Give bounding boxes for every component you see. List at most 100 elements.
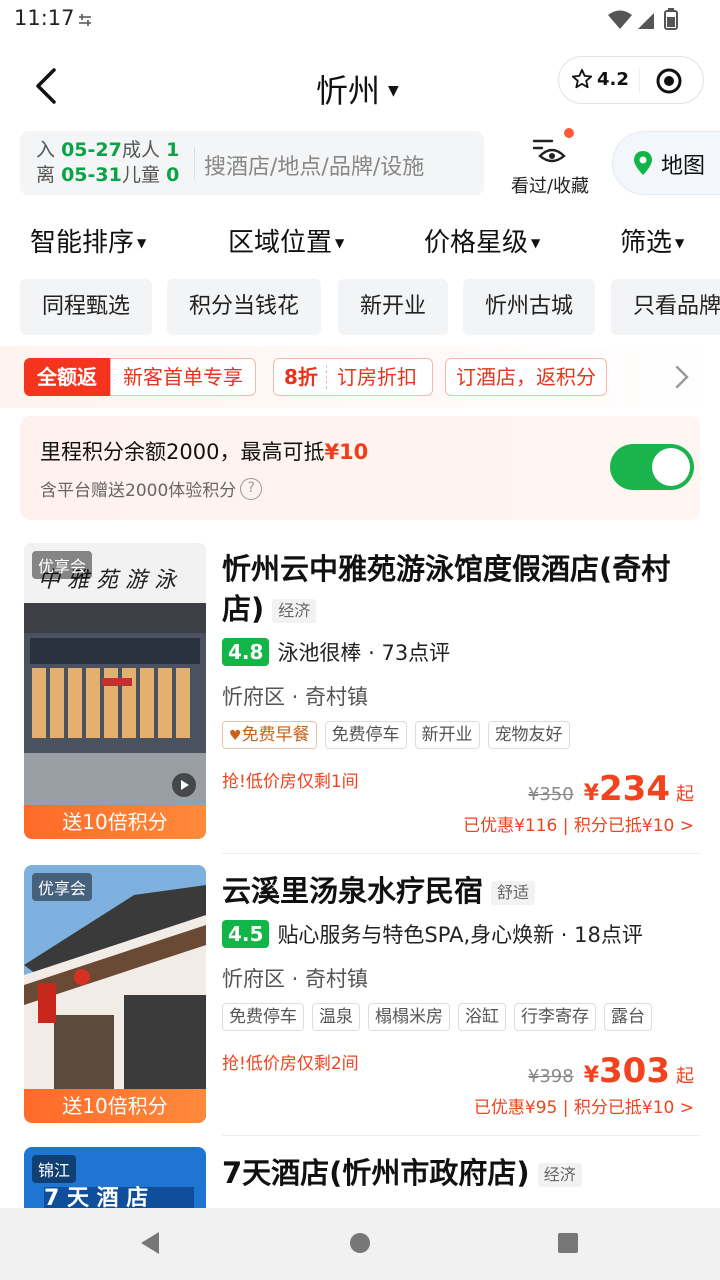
wifi-icon (608, 10, 632, 29)
hotel-grade: 经济 (272, 599, 317, 623)
sort-smart[interactable]: 智能排序 ▼ (30, 222, 146, 259)
review-summary: 贴心服务与特色SPA,身心焕新 · 18点评 (277, 923, 643, 947)
hotel-tag: 露台 (604, 1003, 652, 1031)
sort-price-star[interactable]: 价格星级 ▼ (424, 222, 540, 259)
sort-filter[interactable]: 筛选 ▼ (620, 222, 684, 259)
search-divider (194, 147, 195, 179)
search-input[interactable]: 搜酒店/地点/品牌/设施 (204, 149, 424, 181)
adult-row[interactable]: 成人 1 (122, 138, 179, 163)
hotel-score-row: 4.5 贴心服务与特色SPA,身心焕新 · 18点评 (222, 919, 643, 949)
sort-label: 智能排序 (30, 228, 135, 258)
currency-symbol: ¥ (583, 1063, 600, 1088)
price-from-label: 起 (676, 784, 694, 805)
price-from-label: 起 (676, 1066, 694, 1087)
full-return-badge: 全额返 (24, 358, 110, 396)
search-bar[interactable]: 入 05-27 离 05-31 成人 1 儿童 0 搜酒店/地点/品牌/设施 (20, 131, 484, 195)
child-count: 0 (166, 164, 180, 186)
battery-icon (664, 8, 678, 30)
discount-promo: 8折 订房折扣 (273, 358, 433, 396)
original-price: ¥398 (527, 1066, 574, 1087)
hotel-name[interactable]: 7天酒店(忻州市政府店) 经济 (222, 1153, 702, 1193)
low-stock-notice: 抢!低价房仅剩2间 (222, 1054, 359, 1074)
hotel-score-row: 4.8 泳池很棒 · 73点评 (222, 637, 450, 667)
nav-back-icon[interactable] (138, 1230, 162, 1256)
help-icon[interactable]: ? (240, 477, 263, 500)
quick-tag[interactable]: 只看品牌 (611, 279, 720, 335)
hotel-location: 忻府区 · 奇村镇 (222, 685, 369, 709)
toggle-knob (652, 448, 690, 486)
promo-strip[interactable]: 全额返 新客首单专享 8折 订房折扣 订酒店，返积分 (0, 346, 720, 408)
quick-tag[interactable]: 新开业 (338, 279, 449, 335)
discount-text: 订房折扣 (337, 365, 417, 389)
hotel-price[interactable]: ¥350 ¥ 234 起 (528, 769, 694, 809)
card-divider (222, 1135, 700, 1136)
svg-text:7 天 酒 店: 7 天 酒 店 (44, 1186, 148, 1208)
map-label: 地图 (661, 154, 706, 179)
history-favorites-button[interactable]: 看过/收藏 (504, 128, 596, 198)
hotel-price[interactable]: ¥398 ¥ 303 起 (528, 1051, 694, 1091)
hotel-tag-breakfast: ♥免费早餐 (222, 721, 317, 749)
capsule-divider (639, 69, 640, 93)
hotel-name[interactable]: 忻州云中雅苑游泳馆度假酒店(奇村店) 经济 (222, 549, 702, 629)
city-selector[interactable]: 忻州 ▼ (316, 66, 399, 112)
hotel-image[interactable]: 7 天 酒 店 锦江 (24, 1147, 206, 1208)
promo-divider (326, 365, 327, 389)
play-video-icon[interactable] (172, 773, 196, 797)
caret-down-icon: ▼ (335, 235, 345, 250)
back-icon[interactable] (30, 66, 66, 106)
score-badge: 4.8 (222, 638, 270, 666)
hotel-grade: 舒适 (491, 881, 536, 905)
discount-detail[interactable]: 已优惠¥116 | 积分已抵¥10 > (463, 811, 694, 836)
child-label: 儿童 (122, 164, 161, 186)
quick-tag[interactable]: 忻州古城 (463, 279, 596, 335)
points-bonus-banner: 送10倍积分 (24, 1089, 206, 1123)
hotel-tag: 行李寄存 (514, 1003, 596, 1031)
checkin-row[interactable]: 入 05-27 (36, 138, 122, 163)
notification-dot (564, 128, 574, 138)
hotel-tag: 温泉 (312, 1003, 360, 1031)
card-divider (222, 853, 700, 854)
current-price: 303 (599, 1051, 670, 1091)
status-time: 11:17 (14, 6, 75, 30)
hotel-tag: 免费停车 (222, 1003, 304, 1031)
sort-area[interactable]: 区域位置 ▼ (228, 222, 344, 259)
hotel-card[interactable]: 中 雅 苑 游 泳 优享会 送10倍积分 忻州云中雅苑游泳馆度假酒店(奇村店) 经… (0, 543, 720, 854)
star-icon[interactable] (571, 68, 593, 90)
hotel-card[interactable]: 7 天 酒 店 锦江 7天酒店(忻州市政府店) 经济 (0, 1147, 720, 1208)
points-subtext-row: 含平台赠送2000体验积分 ? (40, 476, 263, 501)
hotel-image[interactable]: 优享会 送10倍积分 (24, 865, 206, 1123)
checkin-date: 05-27 (61, 139, 122, 161)
checkout-row[interactable]: 离 05-31 (36, 163, 122, 188)
checkout-date: 05-31 (61, 164, 122, 186)
hotel-card[interactable]: 优享会 送10倍积分 云溪里汤泉水疗民宿 舒适 4.5 贴心服务与特色SPA,身心… (0, 865, 720, 1136)
hotel-name-text: 云溪里汤泉水疗民宿 (222, 874, 484, 908)
chevron-right-icon[interactable] (674, 364, 690, 390)
checkout-label: 离 (36, 164, 56, 186)
caret-down-icon: ▼ (675, 235, 685, 250)
discount-detail[interactable]: 已优惠¥95 | 积分已抵¥10 > (474, 1093, 694, 1118)
quick-tag[interactable]: 积分当钱花 (167, 279, 322, 335)
hotel-image[interactable]: 中 雅 苑 游 泳 优享会 送10倍积分 (24, 543, 206, 839)
child-row[interactable]: 儿童 0 (122, 163, 179, 188)
city-name: 忻州 (316, 72, 381, 110)
history-label: 看过/收藏 (510, 176, 590, 197)
adult-count: 1 (166, 139, 180, 161)
map-button[interactable]: 地图 (612, 131, 720, 195)
hotel-tag: 新开业 (414, 721, 480, 749)
new-customer-promo: 新客首单专享 (110, 358, 256, 396)
sort-label: 区域位置 (228, 228, 333, 258)
hotel-tag: 浴缸 (458, 1003, 506, 1031)
target-icon[interactable] (655, 67, 683, 95)
points-toggle[interactable] (610, 444, 694, 490)
checkin-label: 入 (36, 139, 56, 161)
points-text: 里程积分余额2000，最高可抵 (40, 440, 325, 464)
hotel-name[interactable]: 云溪里汤泉水疗民宿 舒适 (222, 871, 702, 911)
currency-symbol: ¥ (583, 781, 600, 806)
nav-home-icon[interactable] (349, 1232, 371, 1254)
hotel-tag: 榻榻米房 (368, 1003, 450, 1031)
mini-program-capsule: 4.2 (558, 56, 704, 104)
nav-recents-icon[interactable] (557, 1232, 579, 1254)
hotel-name-text: 7天酒店(忻州市政府店) (222, 1156, 530, 1190)
original-price: ¥350 (527, 784, 574, 805)
quick-tag[interactable]: 同程甄选 (20, 279, 153, 335)
